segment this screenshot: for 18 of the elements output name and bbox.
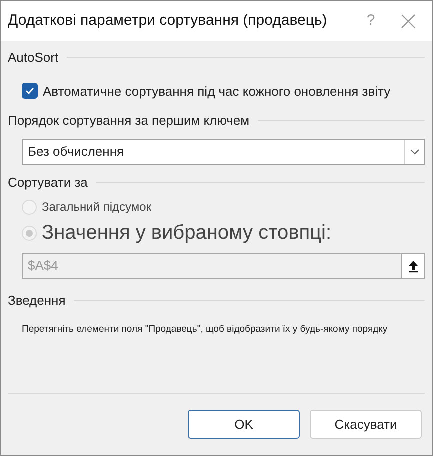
checkbox[interactable]: [22, 83, 38, 100]
close-icon[interactable]: [401, 14, 416, 28]
checkbox-label: Автоматичне сортування під час кожного оновлення звіту: [43, 82, 391, 101]
section-heading: Сортувати за: [8, 174, 88, 192]
section-heading: AutoSort: [8, 49, 59, 67]
summary-text: Перетягніть елементи поля "Продавець", щоб відобразити їх у будь-якому порядку: [22, 322, 389, 336]
section-heading: Порядок сортування за першим ключем: [8, 112, 250, 130]
dialog-button[interactable]: Скасувати: [310, 410, 422, 439]
collapse-dialog-button[interactable]: [401, 253, 425, 279]
window-title: Додаткові параметри сортування (продавець): [8, 10, 328, 31]
radio-label: Загальний підсумок: [42, 199, 152, 216]
section-heading: Зведення: [8, 292, 66, 310]
check-icon: [25, 86, 35, 96]
dialog-button[interactable]: OK: [188, 410, 300, 439]
radio-label: Значення у вибраному стовпці:: [42, 221, 332, 246]
upload-arrow-icon: [408, 260, 418, 272]
chevron-down-icon: [410, 148, 420, 154]
sort-order-dropdown[interactable]: Без обчислення: [22, 138, 425, 164]
